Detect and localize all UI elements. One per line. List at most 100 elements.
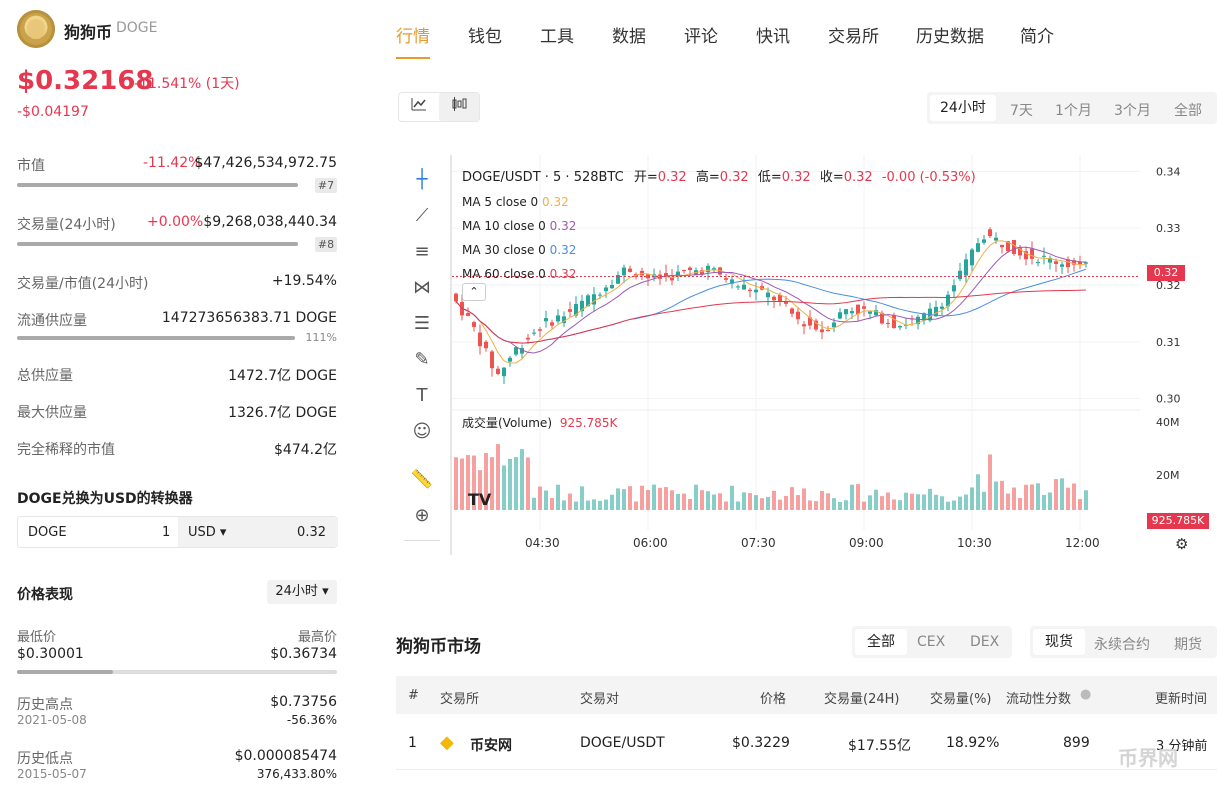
- chart-header: DOGE/USDT · 5 · 528BTC 开=0.32 高=0.32 低=0…: [462, 166, 976, 185]
- filter-spot[interactable]: 现货: [1033, 629, 1085, 655]
- text-tool-icon[interactable]: T: [410, 384, 434, 408]
- market-cap-rank-badge: #7: [315, 178, 337, 193]
- tab-history[interactable]: 历史数据: [916, 22, 984, 47]
- range-all[interactable]: 全部: [1174, 100, 1202, 120]
- volume-bar: [904, 492, 908, 510]
- volume-bar: [916, 494, 920, 510]
- row-volume: $17.55亿: [848, 738, 911, 754]
- volume-bar: [502, 465, 506, 510]
- candle-body: [688, 267, 692, 271]
- last-volume-tag: 925.785K: [1147, 513, 1209, 529]
- filter-perpetual[interactable]: 永续合约: [1094, 634, 1150, 654]
- volume-bar: [1048, 492, 1052, 510]
- volume-bar: [526, 457, 530, 510]
- filter-cex[interactable]: CEX: [917, 634, 945, 650]
- crosshair-icon[interactable]: ┼: [410, 168, 434, 192]
- stat-label: 总供应量: [17, 368, 73, 384]
- converter-to-amount[interactable]: 0.32: [297, 525, 326, 540]
- collapse-legend-button[interactable]: ⌃: [462, 283, 486, 301]
- ath-label: 历史高点: [17, 697, 73, 713]
- low-value: $0.30001: [17, 646, 84, 662]
- volume-bar: [886, 492, 890, 510]
- candle-body: [976, 243, 980, 252]
- tab-wallet[interactable]: 钱包: [468, 22, 502, 47]
- tab-market[interactable]: 行情: [396, 22, 430, 47]
- active-tab-underline: [396, 57, 430, 59]
- stat-value: $47,426,534,972.75: [194, 155, 337, 171]
- volume-bar: [682, 493, 686, 510]
- volume-bar: [538, 486, 542, 510]
- stat-circulating: 流通供应量 147273656383.71 DOGE: [17, 310, 337, 330]
- table-row[interactable]: 1 ◆ 币安网 DOGE/USDT $0.3229 $17.55亿 18.92%…: [396, 718, 1217, 770]
- volume-bar: [826, 493, 830, 510]
- volume-bar: [1066, 487, 1070, 510]
- candle-body: [490, 351, 494, 369]
- brush-icon[interactable]: ✎: [410, 348, 434, 372]
- high-label: 高=: [695, 170, 720, 185]
- line-chart-icon[interactable]: [399, 93, 439, 121]
- filter-futures[interactable]: 期货: [1174, 634, 1202, 654]
- candle-body: [940, 306, 944, 309]
- range-1m[interactable]: 1个月: [1055, 100, 1092, 120]
- trend-line-icon[interactable]: ⟋: [410, 204, 434, 228]
- tab-tools[interactable]: 工具: [540, 22, 574, 47]
- volume-bar: [754, 495, 758, 510]
- stat-fdv: 完全稀释的市值 $474.2亿: [17, 439, 337, 459]
- chart-settings-icon[interactable]: ⚙: [1175, 535, 1188, 553]
- volume-bar: [982, 491, 986, 510]
- range-7d[interactable]: 7天: [1010, 100, 1033, 120]
- candle-body: [988, 229, 992, 237]
- stat-value: 147273656383.71 DOGE: [161, 310, 337, 326]
- range-24h[interactable]: 24小时: [930, 95, 996, 121]
- fib-icon[interactable]: ☰: [410, 312, 434, 336]
- row-liquidity: 899: [1063, 735, 1090, 751]
- volume-bar: [772, 490, 776, 510]
- volume-bar: [658, 487, 662, 510]
- volume-bar: [868, 495, 872, 510]
- volume-bar: [1072, 483, 1076, 510]
- emoji-icon[interactable]: ☺: [410, 420, 434, 444]
- filter-all[interactable]: 全部: [855, 629, 907, 655]
- tab-exchanges[interactable]: 交易所: [828, 22, 879, 47]
- tab-comments[interactable]: 评论: [684, 22, 718, 47]
- volume-bar: [832, 498, 836, 510]
- price-range-bar: [17, 670, 337, 674]
- candle-body: [598, 294, 602, 296]
- zoom-in-icon[interactable]: ⊕: [410, 504, 434, 528]
- range-3m[interactable]: 3个月: [1114, 100, 1151, 120]
- volume-bar: [514, 456, 518, 510]
- volume-bar: [634, 501, 638, 510]
- volume-bar: [850, 484, 854, 510]
- converter-to-select[interactable]: USD ▾: [188, 525, 226, 540]
- stat-market-cap: 市值 -11.42% $47,426,534,972.75: [17, 155, 337, 175]
- toolbar-divider: [404, 540, 440, 541]
- candle-body: [850, 311, 854, 314]
- horizontal-lines-icon[interactable]: ≡: [410, 240, 434, 264]
- tab-intro[interactable]: 简介: [1020, 22, 1054, 47]
- filter-dex[interactable]: DEX: [970, 634, 999, 650]
- price-chart[interactable]: ┼ ⟋ ≡ ⋈ ☰ ✎ T ☺ 📏 ⊕ 0.34 0.33 0.32 0.31 0.30…: [400, 155, 1230, 560]
- candle-body: [532, 332, 536, 334]
- tab-news[interactable]: 快讯: [756, 22, 790, 47]
- volume-bar: [17, 242, 298, 246]
- pair-label: DOGE/USDT · 5 · 528BTC: [462, 170, 624, 185]
- converter-from-amount[interactable]: 1: [162, 525, 170, 540]
- atl-value: $0.000085474: [234, 748, 337, 764]
- high-label: 最高价: [297, 630, 337, 645]
- converter: DOGE 1 USD ▾ 0.32: [17, 516, 338, 548]
- stat-value: $474.2亿: [274, 442, 337, 458]
- stat-vol-mcap: 交易量/市值(24小时) +19.54%: [17, 273, 337, 293]
- period-select[interactable]: 24小时 ▾: [267, 580, 337, 604]
- stat-value: 1472.7亿 DOGE: [228, 368, 337, 384]
- tab-data[interactable]: 数据: [612, 22, 646, 47]
- candle-body: [742, 284, 746, 290]
- pattern-icon[interactable]: ⋈: [410, 276, 434, 300]
- volume-bar: [1054, 479, 1058, 510]
- candle-chart-icon[interactable]: [439, 93, 479, 121]
- stat-pct: -11.42%: [143, 155, 202, 171]
- candle-body: [544, 318, 548, 322]
- volume-bar: [598, 500, 602, 510]
- volume-bar: [646, 490, 650, 510]
- volume-rank-badge: #8: [315, 237, 337, 252]
- ruler-icon[interactable]: 📏: [410, 468, 434, 492]
